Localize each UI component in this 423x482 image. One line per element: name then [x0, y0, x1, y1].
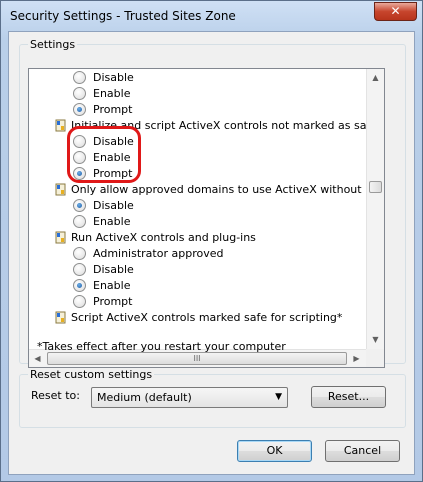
- scroll-up-button[interactable]: ▲: [367, 69, 384, 86]
- restart-note: *Takes effect after you restart your com…: [37, 340, 286, 353]
- reset-to-label: Reset to:: [31, 389, 80, 402]
- reset-level-value: Medium (default): [97, 391, 192, 404]
- radio-label: Disable: [93, 71, 134, 84]
- radio-unchecked-icon[interactable]: [73, 71, 86, 84]
- radio-label: Enable: [93, 279, 131, 292]
- close-button[interactable]: ✕: [374, 2, 417, 21]
- radio-label: Disable: [93, 199, 134, 212]
- radio-label: Prompt: [93, 103, 133, 116]
- reset-group-label: Reset custom settings: [28, 368, 155, 381]
- radio-option[interactable]: Enable: [59, 278, 359, 294]
- radio-label: Disable: [93, 263, 134, 276]
- arrow-left-icon: ◀: [34, 354, 41, 363]
- vertical-scrollbar[interactable]: ▲ ▼: [366, 69, 384, 349]
- scrollbar-corner: [366, 349, 384, 367]
- reset-level-dropdown[interactable]: Medium (default) ▼: [91, 387, 288, 408]
- red-annotation-circle: [67, 126, 141, 183]
- settings-shield-icon: [55, 183, 66, 196]
- horizontal-scroll-thumb[interactable]: III: [47, 352, 347, 365]
- radio-option[interactable]: Enable: [59, 86, 359, 102]
- grip-icon: III: [193, 354, 201, 363]
- radio-checked-icon[interactable]: [73, 279, 86, 292]
- radio-option[interactable]: Disable: [59, 262, 359, 278]
- ok-button[interactable]: OK: [237, 440, 312, 462]
- scroll-down-button[interactable]: ▼: [367, 331, 384, 348]
- settings-shield-icon: [55, 231, 66, 244]
- reset-button[interactable]: Reset...: [311, 386, 386, 408]
- setting-category: Script ActiveX controls marked safe for …: [55, 310, 366, 326]
- radio-unchecked-icon[interactable]: [73, 247, 86, 260]
- radio-option[interactable]: Prompt: [59, 294, 359, 310]
- radio-option[interactable]: Prompt: [59, 102, 359, 118]
- settings-shield-icon: [55, 119, 66, 132]
- radio-unchecked-icon[interactable]: [73, 295, 86, 308]
- cancel-button-label: Cancel: [343, 444, 382, 457]
- chevron-down-icon: ▼: [275, 392, 282, 402]
- reset-button-label: Reset...: [327, 390, 370, 403]
- radio-checked-icon[interactable]: [73, 199, 86, 212]
- settings-shield-icon: [55, 311, 66, 324]
- radio-option[interactable]: Disable: [59, 70, 359, 86]
- radio-option[interactable]: Administrator approved: [59, 246, 359, 262]
- settings-group-label: Settings: [28, 38, 78, 51]
- radio-checked-icon[interactable]: [73, 103, 86, 116]
- dialog-body: Settings Disable Enable Prompt Initialize a…: [8, 31, 415, 475]
- security-settings-dialog: Security Settings - Trusted Sites Zone ✕…: [0, 0, 423, 482]
- cancel-button[interactable]: Cancel: [325, 440, 400, 462]
- radio-unchecked-icon[interactable]: [73, 215, 86, 228]
- scroll-right-button[interactable]: ▶: [348, 350, 365, 367]
- radio-label: Enable: [93, 87, 131, 100]
- window-title: Security Settings - Trusted Sites Zone: [10, 9, 236, 23]
- setting-category-label: Only allow approved domains to use Activ…: [71, 183, 366, 196]
- radio-unchecked-icon[interactable]: [73, 87, 86, 100]
- radio-label: Administrator approved: [93, 247, 224, 260]
- radio-unchecked-icon[interactable]: [73, 263, 86, 276]
- setting-category: Run ActiveX controls and plug-ins: [55, 230, 366, 246]
- close-icon: ✕: [390, 4, 401, 18]
- radio-label: Enable: [93, 215, 131, 228]
- setting-category: Only allow approved domains to use Activ…: [55, 182, 366, 198]
- setting-category-label: Script ActiveX controls marked safe for …: [71, 311, 343, 324]
- settings-list-content: Disable Enable Prompt Initialize and script…: [29, 69, 366, 349]
- setting-category-label: Run ActiveX controls and plug-ins: [71, 231, 256, 244]
- arrow-up-icon: ▲: [372, 73, 379, 82]
- title-bar[interactable]: Security Settings - Trusted Sites Zone ✕: [1, 1, 422, 31]
- ok-button-label: OK: [266, 444, 283, 457]
- arrow-right-icon: ▶: [353, 354, 360, 363]
- vertical-scroll-thumb[interactable]: [369, 181, 382, 193]
- settings-list[interactable]: Disable Enable Prompt Initialize and script…: [28, 68, 385, 368]
- radio-label: Prompt: [93, 295, 133, 308]
- arrow-down-icon: ▼: [372, 335, 379, 344]
- radio-option[interactable]: Disable: [59, 198, 359, 214]
- radio-option[interactable]: Enable: [59, 214, 359, 230]
